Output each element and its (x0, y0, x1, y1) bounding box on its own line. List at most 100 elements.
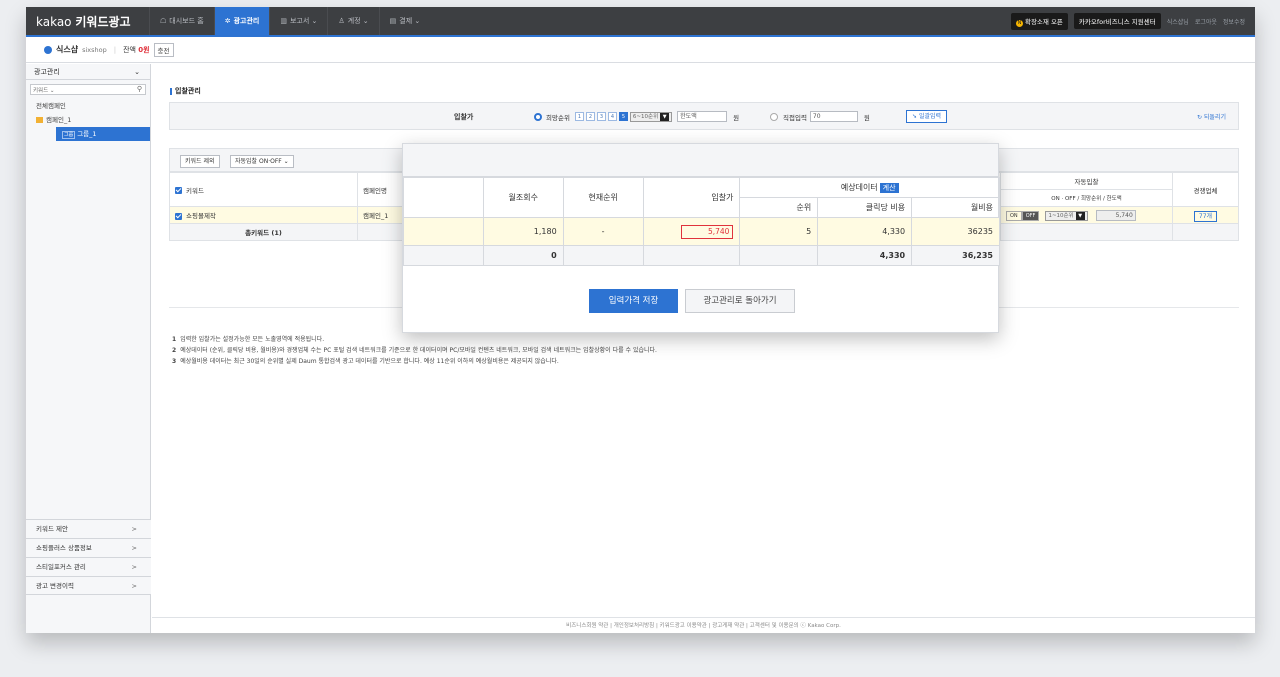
radio-desired-rank[interactable] (534, 112, 542, 121)
gnb-label: 계정 ⌄ (347, 17, 369, 25)
gnb-account[interactable]: ♙ 계정 ⌄ (327, 7, 378, 35)
auto-limit-input[interactable]: 5,740 (1095, 209, 1136, 221)
promo-badge[interactable]: N 확장소재 오픈 (1010, 12, 1068, 30)
tree-all-campaigns[interactable]: 전체캠페인 (26, 99, 150, 113)
logo-kakao: kakao (36, 15, 72, 29)
sidebar-search[interactable]: 키워드 ⌄ ⚲ (30, 84, 146, 95)
user-name-link[interactable]: 식스샵님 (1167, 17, 1189, 26)
gnb-dashboard[interactable]: ☖ 대시보드 홈 (149, 7, 214, 35)
return-to-ad-management-button[interactable]: 광고관리로 돌아가기 (685, 289, 795, 313)
toggle-on[interactable]: ON (1006, 210, 1022, 221)
notes-list: 1 입력한 입찰가는 설정가능한 모든 노출영역에 적용됩니다. 2 예상데이터 (… (172, 334, 657, 367)
cell-current-rank: - (562, 217, 644, 246)
sidebar-item-style-focus[interactable]: 스티일포커스 관리 > (26, 557, 151, 576)
rank-range-select[interactable]: 6~10순위 ▼ (629, 111, 673, 122)
save-bid-button[interactable]: 입력가격 저장 (589, 289, 678, 313)
auto-rank-select[interactable]: 1~10순위 ▼ (1045, 210, 1088, 221)
won-unit: 원 (733, 113, 740, 122)
app-window: kakao 키워드광고 ☖ 대시보드 홈 ✲ 광고관리 ▥ 보고서 ⌄ ♙ 계정 ⌄ ▤… (26, 7, 1255, 633)
tree-campaign[interactable]: 캠페인_1 (26, 113, 150, 127)
chevron-right-icon: > (131, 525, 137, 533)
total-cpc: 4,330 (817, 245, 913, 266)
sidebar-title: 광고관리 (34, 68, 60, 76)
rank-range-value: 6~10순위 (632, 113, 659, 120)
auto-bid-toggle[interactable]: ON OFF (1006, 210, 1040, 221)
forecast-cell-empty (403, 217, 484, 246)
bid-price-input[interactable]: 5,740 (681, 224, 734, 239)
exclude-keyword-button[interactable]: 키워드 제외 (180, 155, 220, 168)
calculate-button[interactable]: 계산 (879, 183, 899, 193)
card-icon: ▤ (389, 17, 397, 25)
chevron-down-icon: ⌄ (134, 68, 140, 76)
user-icon: ♙ (338, 17, 345, 25)
forecast-col-empty (403, 177, 484, 218)
utility-links: N 확장소재 오픈 카카오for비즈니스 지원센터 식스샵님 로그아웃 정보수정 (1010, 7, 1245, 35)
toggle-off[interactable]: OFF (1021, 210, 1040, 221)
page-title: 입찰관리 (170, 86, 201, 96)
auto-bid-label: 자동입찰 ON·OFF (235, 158, 282, 165)
separator: | (113, 45, 117, 54)
tree-campaign-label: 캠페인_1 (46, 116, 72, 124)
chevron-right-icon: > (131, 544, 137, 552)
won-unit: 원 (863, 113, 870, 122)
total-empty (1172, 223, 1239, 241)
bulk-apply-label: 일괄입력 (918, 113, 942, 120)
chevron-right-icon: > (131, 563, 137, 571)
biz-center-link[interactable]: 카카오for비즈니스 지원센터 (1073, 13, 1161, 29)
charge-button[interactable]: 충전 (153, 42, 174, 57)
rank-button-2[interactable]: 2 (585, 112, 595, 121)
bid-label: 입찰가 (454, 113, 474, 121)
checkbox-all[interactable] (175, 187, 182, 194)
gnb-ad-management[interactable]: ✲ 광고관리 (213, 7, 270, 35)
gnb-payment[interactable]: ▤ 결제 ⌄ (378, 7, 431, 35)
tree-group-label: 그룹_1 (77, 130, 97, 138)
sidebar-head[interactable]: 광고관리 ⌄ (26, 64, 150, 80)
revert-button[interactable]: ↻ 되돌리기 (1197, 112, 1226, 121)
auto-bid-toggle-button[interactable]: 자동입찰 ON·OFF ⌄ (230, 155, 294, 168)
tree-group[interactable]: 그룹 그룹_1 (56, 127, 150, 141)
radio-direct-input[interactable] (770, 112, 778, 121)
competitors-count-button[interactable]: 77개 (1193, 210, 1218, 222)
cell-monthly-searches: 1,180 (482, 217, 564, 246)
bid-input-bar: 입찰가 희망순위 1 2 3 4 5 6~10순위 ▼ 한도액 원 직접입력 70… (169, 102, 1239, 130)
top-navigation-bar: kakao 키워드광고 ☖ 대시보드 홈 ✲ 광고관리 ▥ 보고서 ⌄ ♙ 계정 ⌄ ▤… (26, 7, 1255, 35)
header-keyword[interactable]: 키워드 (169, 172, 358, 207)
search-filter-select[interactable]: 키워드 ⌄ (33, 86, 55, 94)
direct-option: 직접입력 70 원 (770, 111, 870, 122)
rank-button-3[interactable]: 3 (596, 112, 606, 121)
menu-label: 쇼핑플러스 상품정보 (36, 544, 92, 552)
cell-auto-bid: ON OFF 1~10순위 ▼ 5,740 (1000, 206, 1173, 224)
header-monthly-cost: 월비용 (911, 197, 1000, 218)
bulk-apply-button[interactable]: ➘ 일괄입력 (906, 110, 948, 123)
cell-campaign: 캠페인_1 (357, 206, 408, 224)
rank-button-1[interactable]: 1 (574, 112, 584, 121)
campaign-tree: 전체캠페인 캠페인_1 그룹 그룹_1 (26, 99, 150, 141)
forecast-row: 1,180 - 5,740 5 4,330 36235 (403, 217, 1000, 246)
sidebar-item-keyword-suggest[interactable]: 키워드 제안 > (26, 519, 151, 538)
dropdown-arrow-icon: ▼ (660, 112, 670, 121)
logout-link[interactable]: 로그아웃 (1195, 17, 1217, 26)
cell-bid: 5,740 (642, 217, 741, 246)
logo[interactable]: kakao 키워드광고 (36, 13, 131, 30)
popup-header (403, 144, 998, 177)
bid-forecast-popup: 월조회수 현재순위 입찰가 예상데이터 계산 순위 클릭당 비용 월비용 1,18… (402, 143, 1000, 333)
limit-input[interactable]: 한도액 (677, 111, 728, 122)
cell-keyword: 쇼핑몰제작 (169, 206, 358, 224)
sidebar-item-shopping-plus[interactable]: 쇼핑플러스 상품정보 > (26, 538, 151, 557)
header-current-rank: 현재순위 (562, 177, 644, 218)
rank-button-4[interactable]: 4 (607, 112, 617, 121)
footer-links[interactable]: 비즈니스회원 약관 | 개인정보처리방침 | 키워드광고 이용약관 | 광고게재… (152, 617, 1255, 633)
checkbox-row[interactable] (175, 212, 182, 220)
note-item: 3 예상월비용 데이터는 최근 30일의 순위별 실제 Daum 통합검색 광고 … (172, 356, 657, 367)
edit-info-link[interactable]: 정보수정 (1223, 17, 1245, 26)
search-icon[interactable]: ⚲ (137, 85, 142, 93)
cell-competitors: 77개 (1172, 206, 1239, 224)
balance: 잔액 0원 (123, 45, 149, 55)
sidebar-item-change-history[interactable]: 광고 변경이력 > (26, 576, 151, 595)
total-empty (1000, 223, 1173, 241)
direct-bid-input[interactable]: 70 (809, 111, 858, 122)
revert-label: 되돌리기 (1203, 114, 1226, 121)
rank-button-5[interactable]: 5 (618, 112, 628, 121)
gnb-report[interactable]: ▥ 보고서 ⌄ (269, 7, 327, 35)
logo-product: 키워드광고 (75, 15, 131, 29)
